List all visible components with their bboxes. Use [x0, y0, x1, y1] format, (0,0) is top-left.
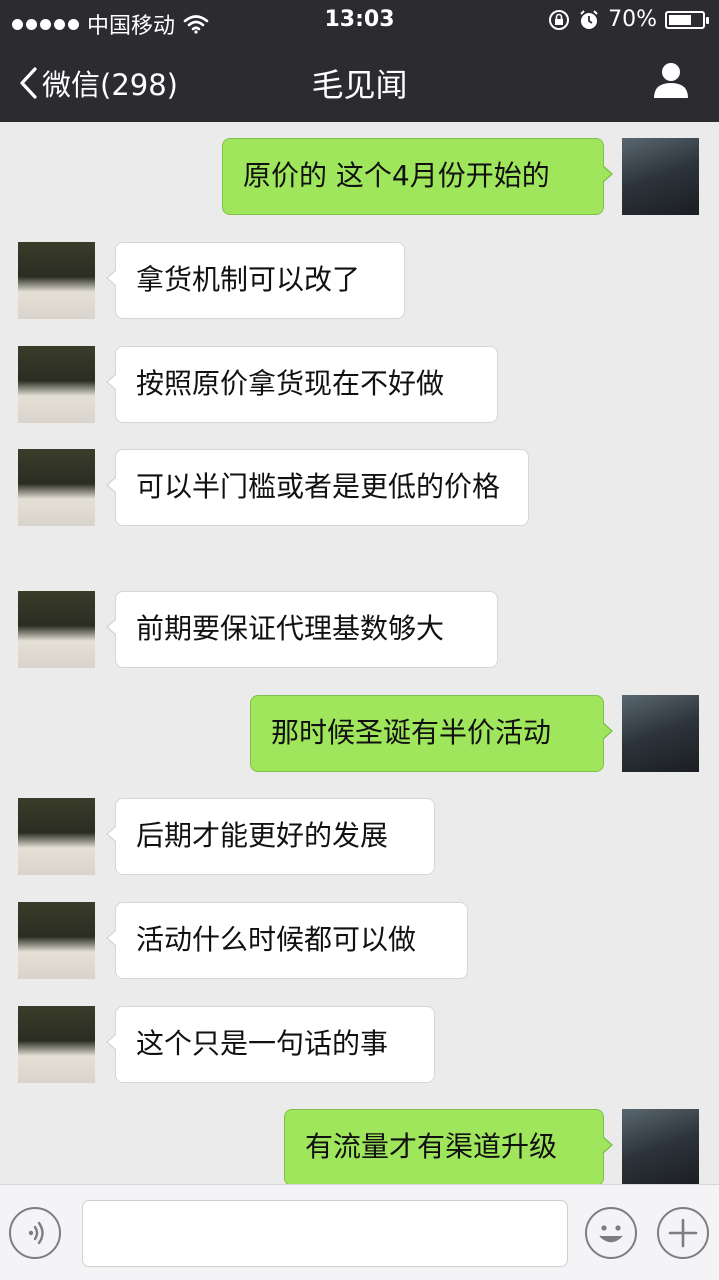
nav-bar: 微信(298) 毛见闻 — [0, 40, 719, 122]
alarm-icon — [580, 9, 598, 29]
status-bar: 中国移动 13:03 70% — [0, 0, 719, 40]
status-right: 70% — [548, 7, 709, 32]
plus-icon — [668, 1218, 698, 1248]
message-bubble[interactable]: 后期才能更好的发展 — [106, 798, 435, 875]
input-bar — [0, 1184, 719, 1280]
contact-avatar[interactable] — [18, 591, 95, 668]
message-bubble[interactable]: 按照原价拿货现在不好做 — [106, 346, 498, 423]
contact-avatar[interactable] — [18, 1006, 95, 1083]
message-list[interactable]: 原价的 这个4月份开始的 拿货机制可以改了 按照原价拿货现在不好做 可以半门槛或… — [0, 122, 719, 1184]
contact-avatar[interactable] — [18, 902, 95, 979]
message-bubble[interactable]: 拿货机制可以改了 — [106, 242, 405, 319]
emoji-button[interactable] — [585, 1207, 637, 1259]
battery-fill — [669, 14, 691, 25]
contact-avatar[interactable] — [18, 449, 95, 526]
more-button[interactable] — [657, 1207, 709, 1259]
person-icon[interactable] — [651, 60, 691, 100]
voice-icon — [28, 1221, 44, 1245]
message-bubble[interactable]: 这个只是一句话的事 — [106, 1006, 435, 1083]
message-input[interactable] — [82, 1200, 568, 1267]
emoji-icon — [599, 1225, 623, 1243]
orientation-lock-icon — [549, 9, 570, 30]
battery-percent: 70% — [608, 7, 657, 32]
message-bubble[interactable]: 前期要保证代理基数够大 — [106, 591, 498, 668]
contact-avatar[interactable] — [18, 798, 95, 875]
contact-avatar[interactable] — [18, 242, 95, 319]
chat-title: 毛见闻 — [311, 66, 408, 104]
message-bubble[interactable]: 有流量才有渠道升级 — [284, 1109, 613, 1184]
message-bubble[interactable]: 那时候圣诞有半价活动 — [250, 695, 613, 772]
contact-avatar[interactable] — [18, 346, 95, 423]
message-bubble[interactable]: 原价的 这个4月份开始的 — [222, 138, 613, 215]
self-avatar[interactable] — [622, 1109, 699, 1184]
message-bubble[interactable]: 可以半门槛或者是更低的价格 — [106, 449, 529, 526]
message-bubble[interactable]: 活动什么时候都可以做 — [106, 902, 468, 979]
self-avatar[interactable] — [622, 695, 699, 772]
voice-button[interactable] — [9, 1207, 61, 1259]
self-avatar[interactable] — [622, 138, 699, 215]
battery-icon — [665, 10, 709, 29]
